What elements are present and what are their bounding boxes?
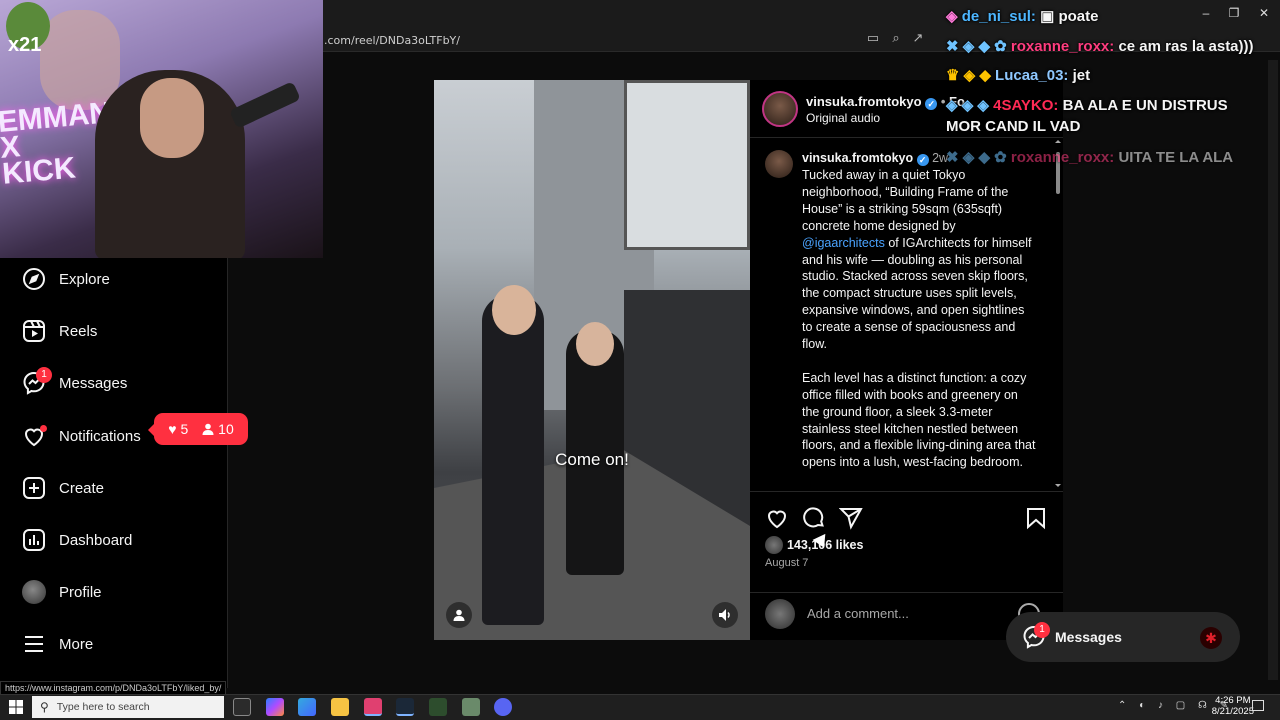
verified-icon: ✓ (925, 98, 938, 110)
address-bar[interactable]: .com/reel/DNDa3oLTFbY/ (324, 34, 460, 47)
chat-badge-icon: ◈ (946, 8, 958, 25)
task-view-icon[interactable] (233, 698, 251, 716)
mention-link[interactable]: @igaarchitects (802, 236, 885, 250)
emote-icon: ▣ (1040, 8, 1055, 25)
sidebar-item-label: Create (59, 479, 105, 497)
share-icon[interactable]: ↗ (910, 30, 926, 46)
post-date[interactable]: August 7 (765, 557, 808, 569)
chat-message: ✖ ◈ ◆ ✿ roxanne_roxx: UITA TE LA ALA (946, 149, 1234, 166)
messages-badge: 1 (36, 367, 52, 383)
chat-badge-icon: ✖ ◈ ◆ ✿ (946, 38, 1007, 55)
video-caption: Come on! (555, 450, 629, 469)
taskbar-search[interactable]: ⚲ Type here to search (32, 696, 224, 718)
author-avatar[interactable] (762, 91, 798, 127)
discord-icon[interactable] (494, 698, 512, 716)
sidebar-item-label: Messages (59, 374, 128, 392)
comment-username[interactable]: vinsuka.fromtokyo (802, 151, 913, 165)
background-figure (40, 10, 120, 110)
file-explorer-icon[interactable] (331, 698, 349, 716)
sidebar-item-label: Notifications (59, 427, 141, 445)
dashboard-icon (22, 528, 46, 552)
contact-avatar: ✱ (1200, 627, 1222, 649)
notification-dot (40, 425, 47, 432)
link-preview: https://www.instagram.com/p/DNDa3oLTFbY/… (0, 681, 227, 695)
streamer-face (140, 78, 204, 158)
copilot-icon[interactable] (266, 698, 284, 716)
compass-icon (22, 267, 46, 291)
sidebar-item-profile[interactable]: Profile (0, 572, 228, 612)
microphone-arm (229, 81, 301, 129)
comment-avatar[interactable] (765, 150, 793, 178)
sidebar-item-more[interactable]: More (0, 624, 228, 664)
windows-start-icon[interactable] (9, 700, 23, 719)
sidebar-item-messages[interactable]: 1 Messages (0, 363, 228, 403)
chat-badge-icon: ◈ ◈ ◈ (946, 97, 989, 114)
sidebar-item-label: More (59, 635, 94, 653)
steam-icon[interactable] (396, 698, 414, 716)
comments-scrollbar[interactable] (1055, 140, 1061, 490)
app-icon[interactable] (364, 698, 382, 716)
chat-badge-icon: ✖ ◈ ◆ ✿ (946, 149, 1007, 166)
person-icon (202, 423, 214, 435)
avatar (22, 580, 46, 604)
sidebar-item-label: Reels (59, 322, 98, 340)
likes-count: ♥ 5 (168, 421, 189, 437)
sidebar-item-label: Dashboard (59, 531, 133, 549)
sidebar-item-label: Profile (59, 583, 102, 601)
notification-popup[interactable]: ♥ 5 10 (148, 413, 248, 445)
messages-label: Messages (1055, 629, 1122, 645)
sidebar-item-label: Explore (59, 270, 110, 288)
app-icon[interactable] (462, 698, 480, 716)
audio-label[interactable]: Original audio (806, 111, 880, 125)
reel-video[interactable] (434, 80, 750, 640)
chat-message: ◈ ◈ ◈ 4SAYKO: BA ALA E UN DISTRUS (946, 97, 1228, 114)
save-icon[interactable] (1024, 506, 1048, 535)
zoom-icon[interactable]: ⌕ (888, 30, 904, 46)
post-caption: Tucked away in a quiet Tokyo neighborhoo… (802, 168, 1036, 470)
reader-icon[interactable]: ▭ (865, 30, 881, 46)
channel-logo-text: x21 (8, 34, 42, 56)
chat-message: MOR CAND IL VAD (946, 118, 1081, 135)
taskbar-clock[interactable]: 4:26 PM 8/21/2025 (1212, 695, 1254, 717)
post-actions: 143,106 likes August 7 (750, 491, 1063, 591)
plus-square-icon (22, 476, 46, 500)
chat-message: ✖ ◈ ◆ ✿ roxanne_roxx: ce am ras la asta)… (946, 38, 1254, 55)
follows-count: 10 (202, 421, 234, 437)
like-icon[interactable] (765, 506, 789, 535)
messenger-icon: 1 (22, 367, 52, 395)
stream-chat: ◈ de_ni_sul: ▣ poate ✖ ◈ ◆ ✿ roxanne_rox… (944, 0, 1280, 170)
share-icon[interactable] (838, 506, 863, 535)
chat-message: ♛ ◈ ◆ Lucaa_03: jet (946, 67, 1091, 84)
building-window (624, 80, 750, 250)
sidebar-item-create[interactable]: Create (0, 468, 228, 508)
messages-badge: 1 (1034, 622, 1050, 638)
sidebar-item-dashboard[interactable]: Dashboard (0, 520, 228, 560)
messages-pill[interactable]: 1 Messages ✱ (1006, 612, 1240, 662)
sidebar-item-explore[interactable]: Explore (0, 259, 228, 299)
heart-icon (22, 424, 47, 448)
edge-icon[interactable] (298, 698, 316, 716)
user-avatar (765, 599, 795, 629)
liker-avatar (765, 536, 783, 554)
comment-input[interactable]: Add a comment... (807, 606, 909, 621)
mute-icon[interactable] (712, 602, 738, 628)
search-icon: ⚲ (40, 700, 49, 714)
notification-center-icon[interactable] (1252, 700, 1264, 711)
author-username[interactable]: vinsuka.fromtokyo (806, 94, 922, 109)
woman-head (576, 322, 614, 366)
sidebar-item-reels[interactable]: Reels (0, 311, 228, 351)
comment-icon[interactable] (802, 506, 826, 535)
hamburger-icon (22, 632, 46, 656)
terminal-icon[interactable] (429, 698, 447, 716)
tagged-user-icon[interactable] (446, 602, 472, 628)
verified-icon: ✓ (916, 154, 929, 166)
webcam-overlay: EMMAN X KICK x21 (0, 0, 323, 258)
chat-badge-icon: ♛ ◈ ◆ (946, 67, 991, 84)
chat-message: ◈ de_ni_sul: ▣ poate (946, 8, 1099, 25)
man-head (492, 285, 536, 335)
reels-icon (22, 319, 46, 343)
instagram-sidebar: Explore Reels 1 Messages Notifications C… (0, 258, 228, 688)
